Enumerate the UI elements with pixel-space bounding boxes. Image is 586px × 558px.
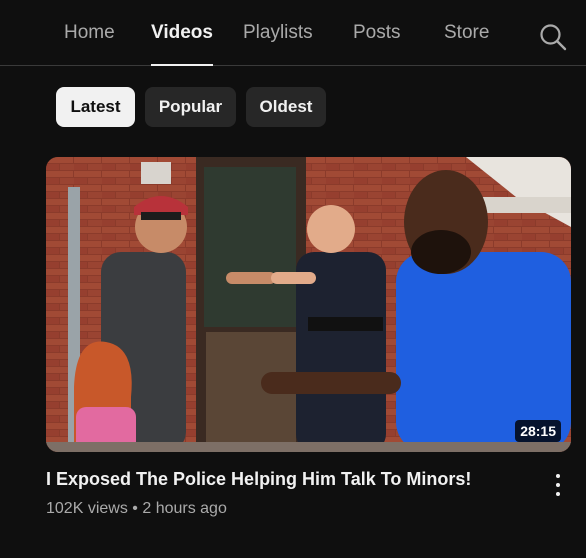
chip-oldest[interactable]: Oldest — [246, 87, 326, 127]
tab-store[interactable]: Store — [444, 22, 489, 66]
thumbnail-image — [46, 157, 571, 452]
tab-videos[interactable]: Videos — [151, 22, 213, 66]
view-count: 102K views — [46, 500, 128, 517]
duration-badge: 28:15 — [515, 420, 561, 442]
search-icon[interactable] — [539, 23, 567, 51]
video-title[interactable]: I Exposed The Police Helping Him Talk To… — [46, 469, 516, 490]
meta-separator: • — [132, 500, 138, 517]
video-meta: 102K views • 2 hours ago — [46, 500, 227, 518]
upload-age: 2 hours ago — [142, 500, 227, 517]
tab-playlists[interactable]: Playlists — [243, 22, 313, 66]
tab-home[interactable]: Home — [64, 22, 115, 66]
tab-posts[interactable]: Posts — [353, 22, 401, 66]
channel-tabs: Home Videos Playlists Posts Store — [0, 0, 586, 66]
chip-latest[interactable]: Latest — [56, 87, 135, 127]
video-thumbnail[interactable]: 28:15 — [46, 157, 571, 452]
more-vert-icon[interactable] — [546, 472, 570, 498]
chip-popular[interactable]: Popular — [145, 87, 236, 127]
